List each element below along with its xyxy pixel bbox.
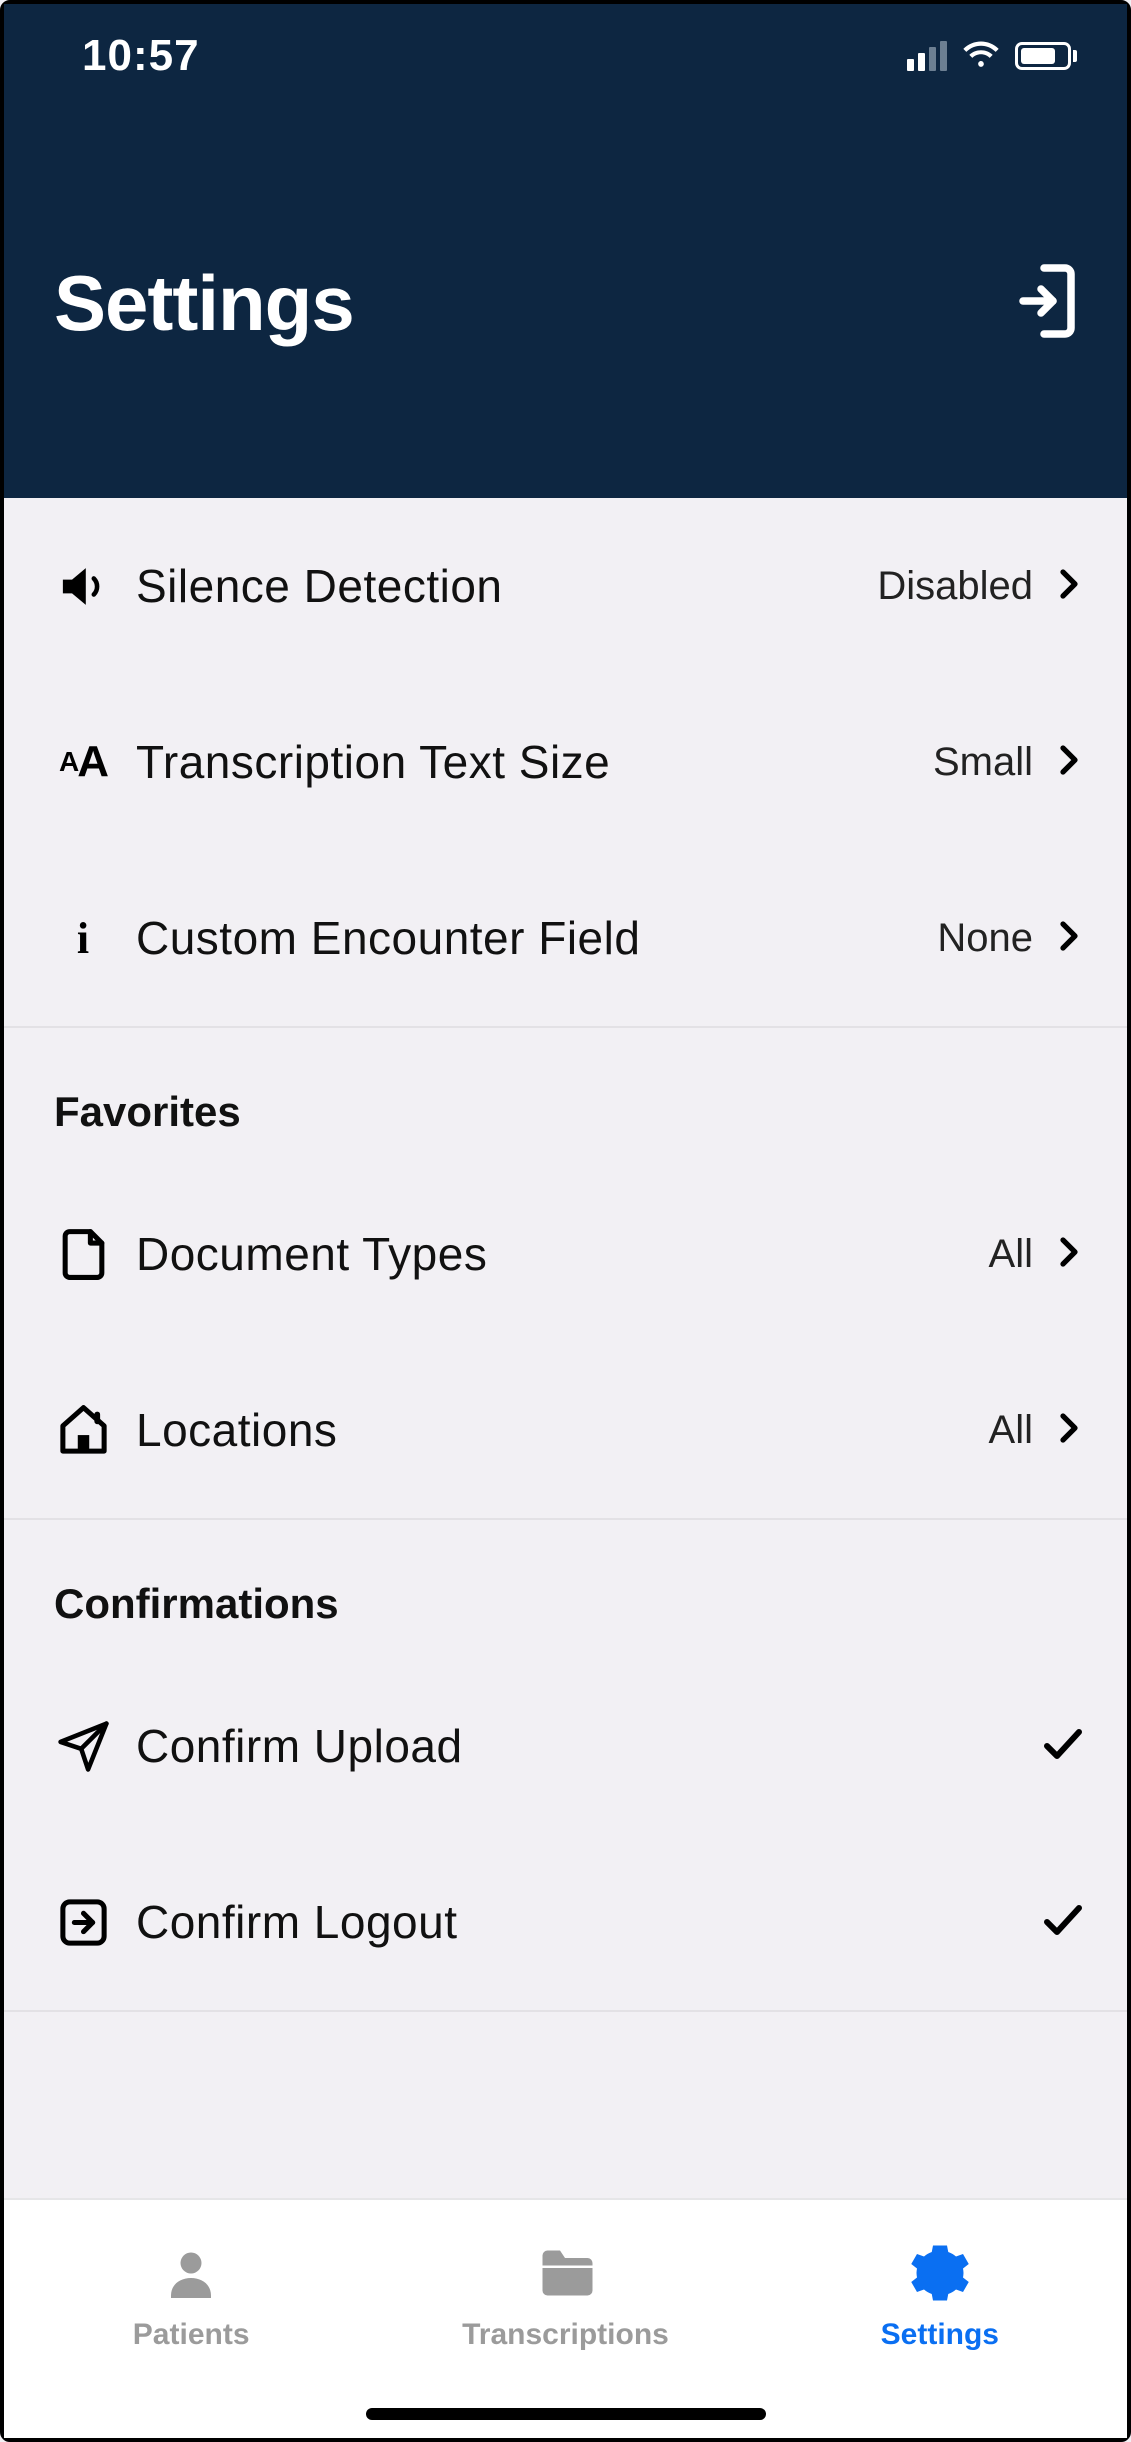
row-silence-detection[interactable]: Silence Detection Disabled xyxy=(4,498,1127,674)
page-title: Settings xyxy=(54,258,354,349)
row-value: All xyxy=(989,1408,1033,1453)
check-icon xyxy=(1039,1720,1087,1773)
status-time: 10:57 xyxy=(82,31,200,81)
status-bar: 10:57 xyxy=(4,4,1127,108)
section-header-favorites: Favorites xyxy=(4,1028,1127,1166)
person-icon xyxy=(155,2243,227,2308)
send-icon xyxy=(48,1719,118,1774)
logout-icon[interactable] xyxy=(1017,262,1077,345)
row-locations[interactable]: Locations All xyxy=(4,1342,1127,1518)
tab-label: Patients xyxy=(133,2318,250,2352)
tab-settings[interactable]: Settings xyxy=(753,2200,1127,2438)
chevron-right-icon xyxy=(1051,563,1087,610)
bottom-gap xyxy=(4,2010,1127,2080)
row-text-size[interactable]: AA Transcription Text Size Small xyxy=(4,674,1127,850)
section-header-confirmations: Confirmations xyxy=(4,1520,1127,1658)
tab-label: Transcriptions xyxy=(462,2318,669,2352)
chevron-right-icon xyxy=(1051,1231,1087,1278)
row-label: Confirm Logout xyxy=(136,1895,1039,1949)
row-label: Confirm Upload xyxy=(136,1719,1039,1773)
row-label: Transcription Text Size xyxy=(136,735,933,789)
settings-list: Silence Detection Disabled AA Transcript… xyxy=(4,498,1127,2080)
row-value: Small xyxy=(933,740,1033,785)
home-indicator xyxy=(366,2408,766,2420)
row-confirm-upload[interactable]: Confirm Upload xyxy=(4,1658,1127,1834)
chevron-right-icon xyxy=(1051,739,1087,786)
row-label: Silence Detection xyxy=(136,559,877,613)
cellular-signal-icon xyxy=(907,41,947,71)
row-confirm-logout[interactable]: Confirm Logout xyxy=(4,1834,1127,2010)
row-label: Locations xyxy=(136,1403,989,1457)
document-icon xyxy=(48,1227,118,1282)
tab-patients[interactable]: Patients xyxy=(4,2200,378,2438)
volume-icon xyxy=(48,559,118,614)
folder-icon xyxy=(529,2243,601,2308)
chevron-right-icon xyxy=(1051,1407,1087,1454)
row-value: All xyxy=(989,1232,1033,1277)
row-document-types[interactable]: Document Types All xyxy=(4,1166,1127,1342)
header: Settings xyxy=(4,108,1127,498)
info-icon: i xyxy=(48,913,118,964)
battery-icon xyxy=(1015,42,1077,70)
row-value: None xyxy=(937,916,1033,961)
row-value: Disabled xyxy=(877,564,1033,609)
row-label: Custom Encounter Field xyxy=(136,911,937,965)
tab-label: Settings xyxy=(881,2318,999,2352)
wifi-icon xyxy=(961,36,1001,76)
home-icon xyxy=(48,1403,118,1458)
tab-transcriptions[interactable]: Transcriptions xyxy=(378,2200,752,2438)
row-label: Document Types xyxy=(136,1227,989,1281)
text-size-icon: AA xyxy=(48,737,118,787)
tab-bar: Patients Transcriptions Settings xyxy=(4,2198,1127,2438)
row-custom-field[interactable]: i Custom Encounter Field None xyxy=(4,850,1127,1026)
check-icon xyxy=(1039,1896,1087,1949)
gear-icon xyxy=(904,2243,976,2308)
chevron-right-icon xyxy=(1051,915,1087,962)
exit-icon xyxy=(48,1895,118,1950)
